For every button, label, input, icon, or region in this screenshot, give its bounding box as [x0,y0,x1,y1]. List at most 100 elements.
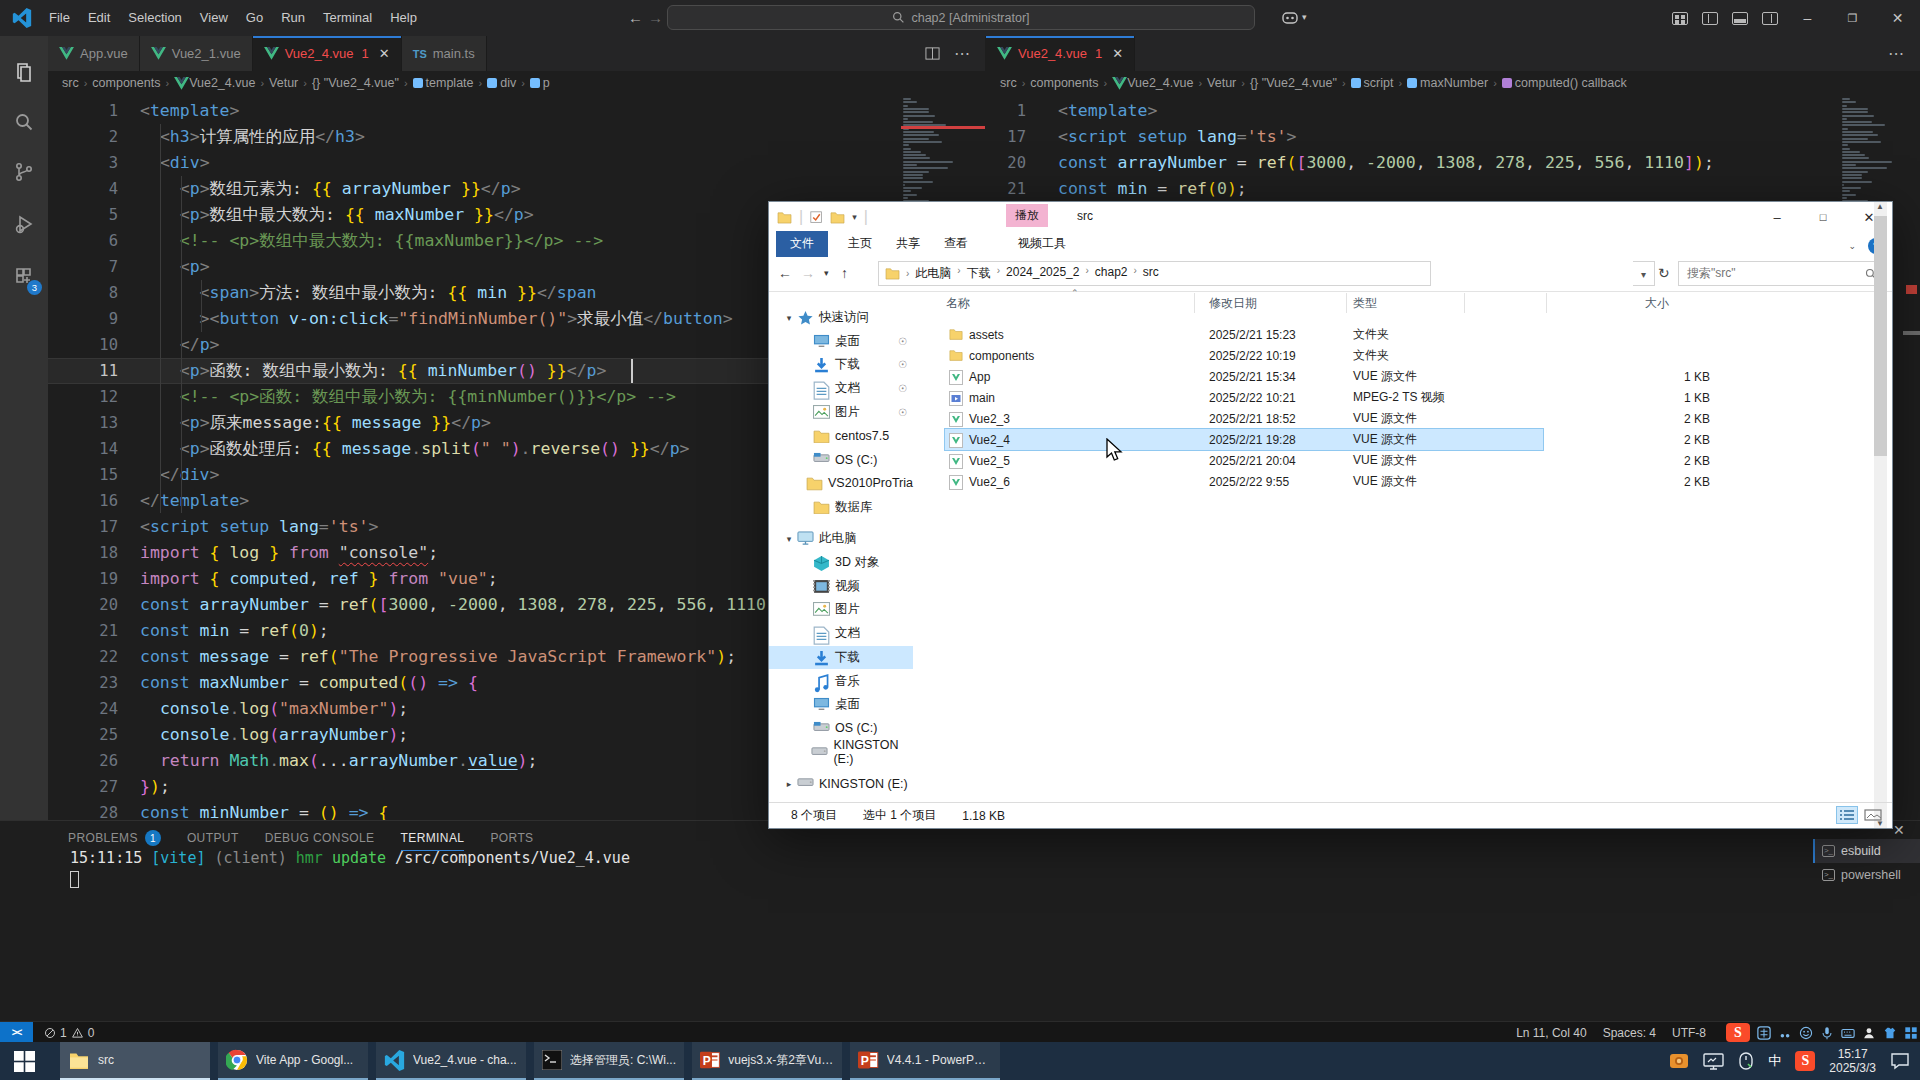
mic-icon[interactable] [1820,1026,1834,1040]
nav-下载[interactable]: 下载☉ [769,353,913,376]
breadcrumb-item[interactable]: components [92,76,160,90]
nav-图片[interactable]: 图片 [769,598,913,621]
toolbox-icon[interactable] [1904,1026,1918,1040]
close-panel-icon[interactable]: ✕ [1893,822,1905,838]
panel-tab-terminal[interactable]: TERMINAL [401,825,465,851]
file-main[interactable]: main2025/2/22 10:21MPEG-2 TS 视频1 KB [945,387,1543,408]
ribbon-tab-0[interactable]: 文件 [776,231,828,257]
file-assets[interactable]: assets2025/2/21 15:23文件夹 [945,324,1543,345]
nav-3D 对象[interactable]: 3D 对象 [769,551,913,574]
recent-icon[interactable]: ▾ [824,268,829,278]
panel-tab-output[interactable]: OUTPUT [187,825,239,851]
account-icon[interactable] [1862,1026,1876,1040]
sogou-logo[interactable]: S [1726,1023,1750,1042]
breadcrumb-item[interactable]: template [413,76,474,90]
pinyin-icon[interactable] [1757,1026,1771,1040]
tab-Vue2_1.vue[interactable]: Vue2_1.vue [140,36,253,71]
breadcrumb-item[interactable]: Vue2_4.vue [1112,76,1193,90]
split-editor-icon[interactable] [925,46,940,61]
taskbar-button-2[interactable]: Vite App - Googl... [218,1042,368,1080]
nav-文档[interactable]: 文档☉ [769,377,913,400]
column-名称[interactable]: 名称 [946,295,970,312]
nav-此电脑[interactable]: ▾此电脑 [769,527,913,550]
breadcrumb-item[interactable]: {} "Vue2_4.vue" [1250,76,1337,90]
run-debug-icon[interactable] [0,200,48,248]
nav-KINGSTON (E:)[interactable]: KINGSTON (E:) [769,741,913,764]
nav-桌面[interactable]: 桌面☉ [769,330,913,353]
nav-数据库[interactable]: 数据库 [769,496,913,519]
thumbnail-view-icon[interactable] [1862,806,1884,824]
breadcrumb-item[interactable]: Vue2_4.vue [174,76,255,90]
address-dropdown-icon[interactable]: ▾ [1633,261,1655,286]
minimize-button[interactable]: – [1754,202,1800,232]
breadcrumb-item[interactable]: computed() callback [1502,76,1627,90]
details-view-icon[interactable] [1836,806,1858,824]
nav-桌面[interactable]: 桌面 [769,693,913,716]
taskbar-button-3[interactable]: Vue2_4.vue - cha... [376,1042,526,1080]
maximize-button[interactable]: □ [1800,202,1846,232]
menu-go[interactable]: Go [237,0,272,36]
folder-icon[interactable] [777,211,792,224]
column-大小[interactable]: 大小 [1645,295,1669,312]
customize-layout-icon[interactable] [1672,12,1688,25]
breadcrumb-item[interactable]: src [62,76,79,90]
nav-音乐[interactable]: 音乐 [769,670,913,693]
nav-视频[interactable]: 视频 [769,575,913,598]
skin-icon[interactable] [1883,1026,1897,1040]
explorer-search-input[interactable]: 搜索"src" [1678,261,1886,286]
more-actions-icon[interactable]: ⋯ [1888,44,1904,63]
breadcrumb-item[interactable]: Vetur [269,76,298,90]
source-control-icon[interactable] [0,148,48,196]
breadcrumb-item[interactable]: maxNumber [1407,76,1488,90]
menu-file[interactable]: File [40,0,79,36]
ribbon-tab-4[interactable]: 视频工具 [1006,232,1078,257]
column-修改日期[interactable]: 修改日期 [1209,295,1257,312]
action-center-icon[interactable] [1890,1052,1910,1070]
menu-run[interactable]: Run [272,0,314,36]
toggle-sidebar-icon[interactable] [1702,12,1718,25]
menu-selection[interactable]: Selection [119,0,190,36]
nav-OS (C:)[interactable]: OS (C:) [769,717,913,740]
file-Vue2_4[interactable]: Vue2_42025/2/21 19:28VUE 源文件2 KB [945,429,1543,450]
file-Vue2_5[interactable]: Vue2_52025/2/21 20:04VUE 源文件2 KB [945,450,1543,471]
breadcrumb-item[interactable]: div [487,76,516,90]
status-spaces[interactable]: Spaces: 4 [1603,1026,1656,1040]
address-crumb-2024_2025_2[interactable]: 2024_2025_2 [1000,265,1085,282]
sogou-tray-icon[interactable]: S [1795,1051,1815,1071]
file-App[interactable]: App2025/2/21 15:34VUE 源文件1 KB [945,366,1543,387]
punctuation-icon[interactable] [1778,1026,1792,1040]
breadcrumb-item[interactable]: Vetur [1207,76,1236,90]
status-utf[interactable]: UTF-8 [1672,1026,1706,1040]
problems-status[interactable]: 1 0 [44,1022,94,1043]
file-Vue2_6[interactable]: Vue2_62025/2/22 9:55VUE 源文件2 KB [945,471,1543,492]
new-folder-icon[interactable] [830,211,845,224]
scroll-up-icon[interactable]: ▲ [1876,202,1884,211]
breadcrumb-item[interactable]: {} "Vue2_4.vue" [312,76,399,90]
status-ln[interactable]: Ln 11, Col 40 [1516,1026,1587,1040]
ribbon-tab-1[interactable]: 主页 [836,232,884,257]
file-components[interactable]: components2025/2/22 10:19文件夹 [945,345,1543,366]
nav-文档[interactable]: 文档 [769,622,913,645]
taskbar-button-4[interactable]: 选择管理员: C:\Wi... [534,1042,684,1080]
command-center[interactable]: chap2 [Administrator] [667,5,1255,30]
customize-qat-icon[interactable]: ▾ [852,212,857,222]
toggle-panel-icon[interactable] [1732,12,1748,25]
mouse-tray-icon[interactable] [1738,1052,1754,1070]
terminal-powershell[interactable]: >_powershell [1813,863,1920,887]
refresh-icon[interactable]: ↻ [1658,265,1670,281]
panel-tab-ports[interactable]: PORTS [490,825,533,851]
tab-App.vue[interactable]: App.vue [48,36,140,71]
restore-button[interactable]: ❐ [1830,0,1875,36]
panel-tab-problems[interactable]: PROBLEMS1 [68,825,161,851]
nav-VS2010ProTria[interactable]: VS2010ProTria [769,472,913,495]
address-crumb-src[interactable]: src [1137,265,1165,282]
up-icon[interactable]: ↑ [841,265,848,281]
forward-icon[interactable]: → [801,265,815,281]
back-icon[interactable]: ← [778,265,792,281]
ribbon-tab-3[interactable]: 查看 [932,232,980,257]
nav-OS (C:)[interactable]: OS (C:) [769,448,913,471]
more-actions-icon[interactable]: ⋯ [954,44,970,63]
history-forward-icon[interactable]: → [648,9,663,26]
address-crumb-此电脑[interactable]: 此电脑 [909,265,957,282]
ribbon-expand-icon[interactable]: ⌄ [1848,241,1856,251]
